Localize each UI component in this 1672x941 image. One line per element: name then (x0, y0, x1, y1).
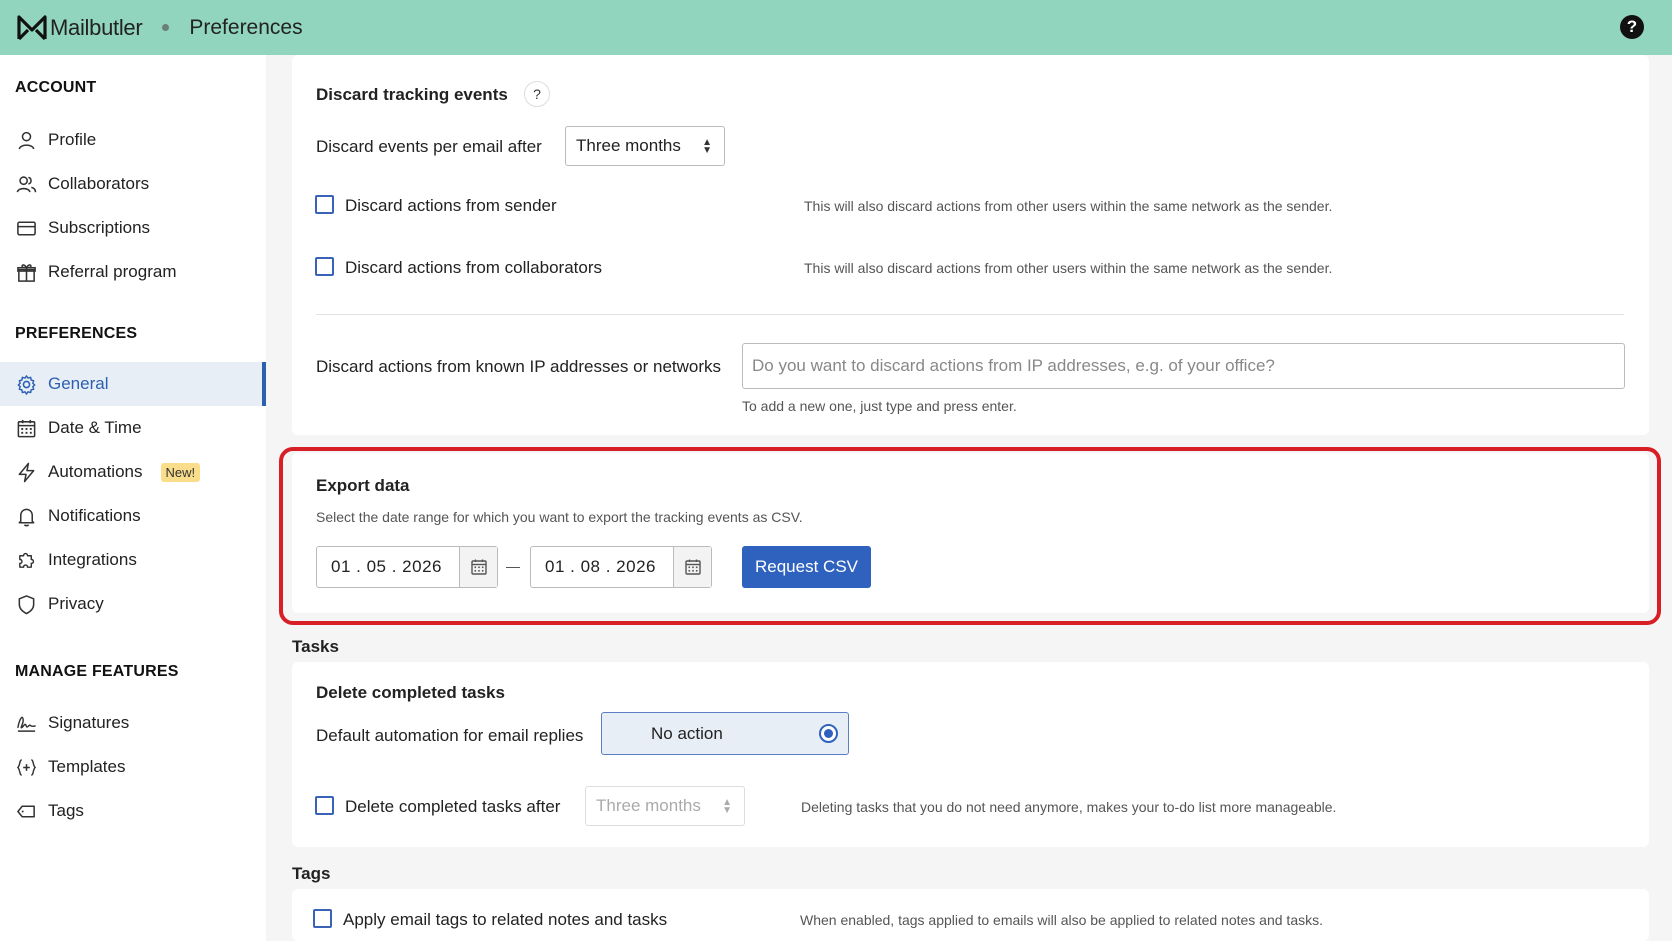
sender-label: Discard actions from sender (345, 196, 557, 215)
sort-arrows-icon: ▲ ▼ (722, 797, 732, 816)
no-action-label: No action (651, 723, 723, 743)
sidebar-item-label: Privacy (48, 594, 104, 613)
tasks-group-title: Tasks (292, 637, 339, 656)
collaborators-label: Discard actions from collaborators (345, 258, 602, 277)
from-date-field[interactable]: 01 . 05 . 2026 (316, 546, 498, 588)
tag-icon (15, 800, 37, 822)
sidebar-item-profile[interactable]: Profile (0, 118, 266, 162)
export-description: Select the date range for which you want… (316, 509, 803, 525)
calendar-icon[interactable] (459, 547, 497, 587)
sidebar-item-label: General (48, 374, 109, 393)
calendar-icon[interactable] (673, 547, 711, 587)
sidebar-item-label: Collaborators (48, 174, 150, 193)
discard-after-value: Three months (576, 136, 681, 155)
to-date-field[interactable]: 01 . 08 . 2026 (530, 546, 712, 588)
ip-input[interactable] (742, 343, 1625, 389)
sidebar-item-label: Notifications (48, 506, 141, 525)
sidebar-item-templates[interactable]: Templates (0, 745, 266, 789)
sidebar-item-signatures[interactable]: Signatures (0, 701, 266, 745)
account-heading: ACCOUNT (15, 79, 97, 96)
to-date-value: 01 . 08 . 2026 (545, 557, 656, 576)
top-bar: Mailbutler Preferences ? (0, 0, 1672, 55)
sidebar-item-label: Signatures (48, 713, 130, 732)
manage-features-heading: MANAGE FEATURES (15, 663, 179, 680)
mailbutler-logo[interactable]: Mailbutler (16, 14, 143, 42)
sidebar-item-automations[interactable]: Automations New! (0, 450, 266, 494)
sidebar-item-label: Subscriptions (48, 218, 151, 237)
sender-checkbox[interactable] (315, 195, 334, 214)
sender-hint: This will also discard actions from othe… (804, 198, 1333, 214)
signature-icon (15, 712, 37, 734)
apply-tags-checkbox[interactable] (313, 909, 332, 928)
ip-hint: To add a new one, just type and press en… (742, 398, 1017, 414)
tags-group-title: Tags (292, 864, 331, 883)
tracking-title: Discard tracking events (316, 85, 508, 104)
sidebar-item-label: Profile (48, 130, 97, 149)
credit-card-icon (15, 217, 37, 239)
no-action-option[interactable]: No action (601, 712, 849, 755)
sidebar-item-notifications[interactable]: Notifications (0, 494, 266, 538)
sidebar-item-label: Referral program (48, 262, 177, 281)
sidebar-item-label: Automations (48, 462, 143, 481)
request-csv-button[interactable]: Request CSV (742, 546, 871, 588)
mailbutler-logo-icon (17, 14, 47, 40)
sidebar-item-integrations[interactable]: Integrations (0, 538, 266, 582)
lightning-icon (15, 461, 37, 483)
delete-hint: Deleting tasks that you do not need anym… (801, 799, 1337, 815)
sidebar-item-collaborators[interactable]: Collaborators (0, 162, 266, 206)
apply-tags-hint: When enabled, tags applied to emails wil… (800, 912, 1323, 928)
puzzle-icon (15, 549, 37, 571)
gear-icon (15, 373, 37, 395)
sidebar-item-referral-program[interactable]: Referral program (0, 250, 266, 294)
sidebar: ACCOUNT Profile Collaborators Subscripti… (0, 55, 266, 941)
braces-plus-icon (15, 756, 37, 778)
preferences-heading: PREFERENCES (15, 325, 138, 342)
delete-after-select[interactable]: Three months ▲ ▼ (585, 786, 745, 826)
from-date-value: 01 . 05 . 2026 (331, 557, 442, 576)
sidebar-item-label: Date & Time (48, 418, 142, 437)
sidebar-item-general[interactable]: General (0, 362, 266, 406)
highlight-box (279, 447, 1661, 625)
page-title: Preferences (189, 15, 303, 39)
calendar-icon (15, 417, 37, 439)
separator-dot (162, 24, 170, 31)
export-title: Export data (316, 476, 410, 495)
sidebar-item-tags[interactable]: Tags (0, 789, 266, 833)
user-icon (15, 129, 37, 151)
collaborators-checkbox[interactable] (315, 257, 334, 276)
radio-selected-icon[interactable] (819, 724, 838, 743)
divider (316, 314, 1624, 315)
bell-icon (15, 505, 37, 527)
automation-label: Default automation for email replies (316, 726, 584, 745)
delete-after-checkbox[interactable] (315, 796, 334, 815)
brand-name: Mailbutler (50, 14, 143, 40)
new-badge: New! (160, 462, 201, 482)
sort-arrows-icon: ▲ ▼ (702, 137, 712, 156)
sidebar-item-label: Templates (48, 757, 126, 776)
discard-after-label: Discard events per email after (316, 137, 542, 156)
sidebar-item-privacy[interactable]: Privacy (0, 582, 266, 626)
sidebar-item-date-time[interactable]: Date & Time (0, 406, 266, 450)
collaborators-hint: This will also discard actions from othe… (804, 260, 1333, 276)
discard-after-select[interactable]: Three months ▲ ▼ (565, 126, 725, 166)
shield-icon (15, 593, 37, 615)
delete-after-label: Delete completed tasks after (345, 797, 561, 816)
sidebar-item-label: Tags (48, 801, 84, 820)
gift-icon (15, 261, 37, 283)
apply-tags-label: Apply email tags to related notes and ta… (343, 910, 668, 929)
ip-label: Discard actions from known IP addresses … (316, 357, 722, 376)
users-icon (15, 173, 37, 195)
sidebar-item-label: Integrations (48, 550, 137, 569)
date-range-dash (506, 567, 520, 568)
help-icon[interactable]: ? (1620, 15, 1644, 39)
question-icon[interactable]: ? (524, 81, 550, 107)
tasks-title: Delete completed tasks (316, 683, 505, 702)
delete-after-value: Three months (596, 796, 701, 815)
sidebar-item-subscriptions[interactable]: Subscriptions (0, 206, 266, 250)
